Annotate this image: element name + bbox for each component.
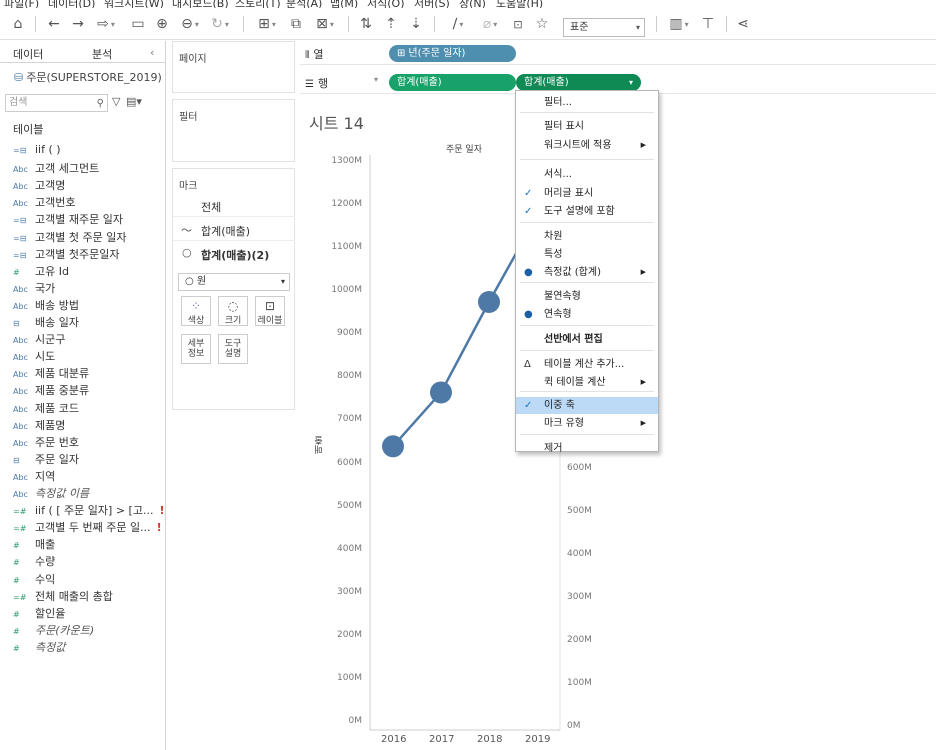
menu-separator — [520, 282, 654, 283]
y-tick-label-right: 0M — [567, 721, 581, 731]
context-menu-item-label: 연속형 — [544, 309, 572, 320]
y-tick-label: 400M — [337, 543, 362, 554]
y-tick-label: 700M — [337, 414, 362, 425]
context-menu-item[interactable]: 퀵 테이블 계산 ▶ — [516, 374, 658, 391]
context-menu-item[interactable]: 특성 — [516, 246, 658, 263]
context-menu-item[interactable]: ● 연속형 — [516, 306, 658, 323]
data-point — [478, 291, 500, 313]
context-menu-item-label: 특성 — [544, 249, 563, 260]
y-tick-label-right: 400M — [567, 548, 592, 559]
data-point — [382, 435, 404, 458]
menu-separator — [520, 112, 654, 113]
y-tick-label: 1300M — [331, 156, 362, 166]
context-menu-item-label: 필터 표시 — [544, 121, 584, 132]
x-tick-label: 2018 — [477, 734, 503, 745]
context-menu-item-label: 불연속형 — [544, 291, 581, 302]
context-menu-item[interactable]: Δ 테이블 계산 추가... — [516, 356, 658, 373]
context-menu-item-label: 제거 — [544, 443, 563, 454]
y-tick-label: 300M — [337, 586, 362, 597]
context-menu-item[interactable]: 불연속형 — [516, 288, 658, 305]
y-tick-label: 0M — [348, 716, 363, 726]
bullet-icon: ● — [524, 267, 533, 278]
context-menu-item[interactable]: 필터... — [516, 94, 658, 111]
context-menu-item-label: 퀵 테이블 계산 — [544, 377, 606, 388]
y-tick-label: 600M — [337, 457, 362, 468]
y-tick-label-right: 600M — [567, 462, 592, 473]
y-tick-label-right: 500M — [567, 505, 592, 516]
context-menu-item[interactable]: 마크 유형 ▶ — [516, 415, 658, 432]
x-tick-label: 2017 — [429, 734, 455, 745]
context-menu-item-label: 머리글 표시 — [544, 188, 594, 199]
context-menu-item-label: 측정값 (합계) — [544, 267, 601, 278]
context-menu-item-label: 선반에서 편집 — [544, 334, 603, 345]
y-tick-label: 100M — [337, 672, 362, 683]
chart-canvas — [369, 155, 561, 731]
context-menu-item-label: 테이블 계산 추가... — [544, 359, 625, 370]
context-menu-item[interactable]: 차원 — [516, 228, 658, 245]
y-tick-label-right: 100M — [567, 677, 592, 688]
context-menu-item-label: 마크 유형 — [544, 418, 584, 429]
context-menu-item[interactable]: 워크시트에 적용 ▶ — [516, 137, 658, 154]
context-menu-item[interactable]: ✓ 이중 축 — [516, 397, 658, 414]
context-menu-item-label: 필터... — [544, 97, 572, 108]
menu-separator — [520, 159, 654, 160]
y-tick-label-right: 200M — [567, 634, 592, 645]
delta-icon: Δ — [524, 359, 531, 370]
y-tick-label: 200M — [337, 629, 362, 640]
y-tick-label: 1100M — [331, 242, 362, 253]
y-tick-label: 800M — [337, 371, 362, 382]
menu-separator — [520, 434, 654, 435]
y-tick-label: 900M — [337, 328, 362, 339]
menu-separator — [520, 325, 654, 326]
context-menu-item-label: 차원 — [544, 231, 563, 242]
context-menu-item-label: 서식... — [544, 169, 572, 180]
submenu-arrow-icon: ▶ — [640, 141, 646, 149]
x-tick-label: 2019 — [525, 734, 551, 745]
check-icon: ✓ — [524, 400, 533, 411]
bullet-icon: ● — [524, 309, 533, 320]
context-menu-item-label: 도구 설명에 포함 — [544, 206, 615, 217]
check-icon: ✓ — [524, 188, 533, 199]
submenu-arrow-icon: ▶ — [640, 419, 646, 427]
context-menu-item[interactable]: 서식... — [516, 166, 658, 183]
context-menu-item[interactable]: 필터 표시 — [516, 118, 658, 135]
y-tick-label-right: 300M — [567, 591, 592, 602]
submenu-arrow-icon: ▶ — [640, 378, 646, 386]
context-menu-item[interactable]: ✓ 도구 설명에 포함 — [516, 203, 658, 220]
pill-context-menu: 필터... 필터 표시워크시트에 적용 ▶ 서식... ✓ 머리글 표시 ✓ 도구 설명에 포… — [515, 90, 659, 454]
menu-separator — [520, 350, 654, 351]
context-menu-item[interactable]: 선반에서 편집 — [516, 331, 658, 348]
data-point — [430, 381, 452, 404]
submenu-arrow-icon: ▶ — [640, 268, 646, 276]
check-icon: ✓ — [524, 206, 533, 217]
y-tick-label: 500M — [337, 500, 362, 511]
y-tick-label: 1000M — [331, 285, 362, 296]
y-tick-label: 1200M — [331, 199, 362, 210]
context-menu-item[interactable]: ✓ 머리글 표시 — [516, 185, 658, 202]
x-tick-label: 2016 — [381, 734, 407, 745]
context-menu-item[interactable]: 제거 — [516, 440, 658, 457]
context-menu-item-label: 워크시트에 적용 — [544, 140, 612, 151]
context-menu-item-label: 이중 축 — [544, 400, 575, 411]
context-menu-item[interactable]: ● 측정값 (합계) ▶ — [516, 264, 658, 281]
menu-separator — [520, 222, 654, 223]
menu-separator — [520, 391, 654, 392]
